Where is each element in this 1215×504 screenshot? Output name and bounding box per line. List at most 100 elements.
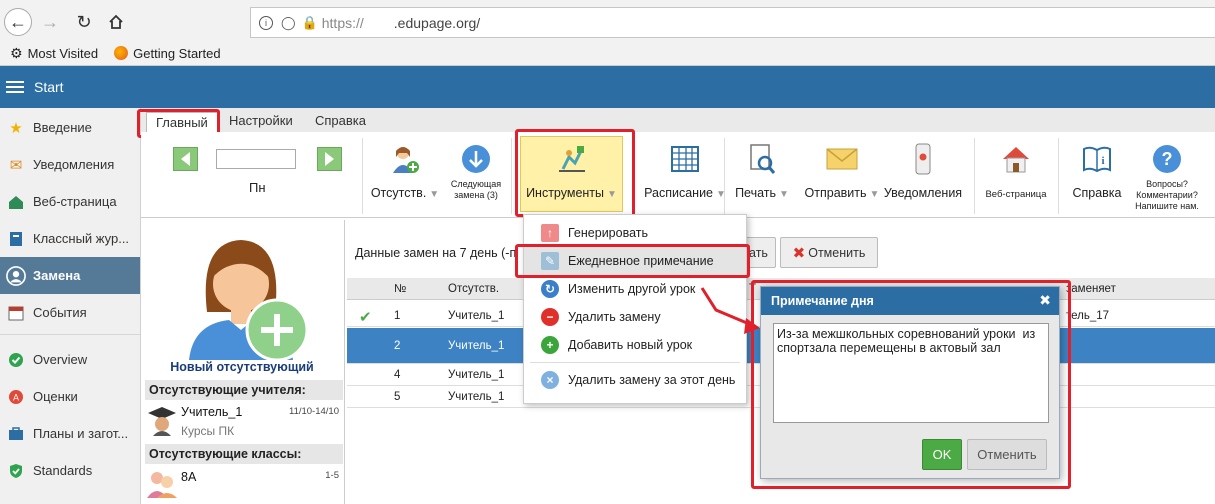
- prev-day-button[interactable]: [173, 147, 198, 171]
- envelope-icon: ✉: [9, 156, 23, 174]
- highlight-dialog: [751, 280, 1071, 489]
- grid-title: Данные замен на 7 день (-п: [355, 246, 517, 260]
- star-icon: ★: [9, 119, 23, 137]
- sidebar-item-events[interactable]: События: [0, 294, 140, 331]
- menu-item-delete-day[interactable]: × Удалить замену за этот день: [524, 366, 746, 394]
- ribbon-separator: [362, 138, 363, 214]
- browser-chrome: ← → ↻ i ◯ 🔒 https://.edupage.org/ ⚙ Most …: [0, 0, 1215, 66]
- teacher-note: Курсы ПК: [181, 424, 235, 438]
- new-absent-avatar[interactable]: [179, 232, 309, 362]
- check-circle-icon: [6, 350, 26, 370]
- absent-teacher-item[interactable]: Учитель_1 11/10-14/10 Курсы ПК: [145, 402, 343, 440]
- tab-help[interactable]: Справка: [315, 113, 366, 128]
- bookmark-most-visited[interactable]: ⚙ Most Visited: [10, 45, 98, 62]
- sidebar-item-plans[interactable]: Планы и загот...: [0, 415, 140, 452]
- sidebar-item-substitution[interactable]: Замена: [0, 257, 140, 294]
- sidebar: ★ Введение ✉ Уведомления Веб-страница Клас…: [0, 108, 141, 504]
- sidebar-item-website[interactable]: Веб-страница: [0, 183, 140, 220]
- arrow-left-icon: ←: [9, 11, 27, 32]
- url-text: https://.edupage.org/: [321, 14, 481, 31]
- tracking-shield-icon: ◯: [281, 14, 296, 30]
- teacher-name: Учитель_1: [181, 405, 243, 419]
- date-input[interactable]: [216, 149, 296, 169]
- mobile-phone-icon: [906, 142, 940, 176]
- cancel-grid-button[interactable]: ✖ Отменить: [780, 237, 878, 268]
- next-substitution-button[interactable]: Следующая замена (3): [445, 142, 507, 201]
- notifications-button[interactable]: Уведомления: [881, 142, 965, 200]
- sidebar-item-notifications[interactable]: ✉ Уведомления: [0, 146, 140, 183]
- calendar-icon: [6, 303, 26, 323]
- svg-text:?: ?: [1162, 149, 1173, 169]
- home-icon: [6, 192, 26, 212]
- sidebar-item-class-journal[interactable]: Классный жур...: [0, 220, 140, 257]
- info-icon: i: [259, 15, 273, 30]
- question-circle-icon: ?: [1150, 142, 1184, 176]
- menu-item-generate[interactable]: ↑ Генерировать: [524, 219, 746, 247]
- app-title[interactable]: Start: [34, 79, 64, 95]
- new-absent-label[interactable]: Новый отсутствующий: [141, 360, 343, 374]
- absent-classes-header: Отсутствующие классы:: [145, 444, 343, 464]
- send-button[interactable]: Отправить ▼: [797, 142, 887, 200]
- check-icon: ✔: [359, 309, 372, 326]
- sidebar-item-standards[interactable]: Standards: [0, 452, 140, 489]
- table-grid-icon: [668, 142, 702, 176]
- firefox-icon: [114, 46, 129, 60]
- lock-icon: 🔒: [301, 14, 318, 30]
- absent-button[interactable]: Отсутств. ▼: [371, 142, 439, 200]
- highlight-tools-button: [515, 129, 635, 217]
- house-icon: [999, 142, 1033, 176]
- triangle-right-icon: [325, 152, 334, 166]
- app-header: Start: [0, 66, 1215, 108]
- hamburger-icon[interactable]: [6, 78, 24, 96]
- class-name: 8А: [181, 470, 197, 484]
- print-preview-icon: [745, 142, 779, 176]
- home-button[interactable]: [102, 8, 130, 36]
- next-day-button[interactable]: [317, 147, 342, 171]
- arrow-right-icon: →: [41, 11, 59, 32]
- sidebar-item-grades[interactable]: A Оценки: [0, 378, 140, 415]
- sidebar-divider: [0, 334, 140, 335]
- generate-icon: ↑: [541, 224, 559, 242]
- bookmark-getting-started[interactable]: Getting Started: [114, 46, 221, 61]
- ribbon-toolbar: Пн Отсутств. ▼ Следующая замена (3) Инстр…: [141, 132, 1215, 218]
- add-person-icon: [388, 142, 422, 176]
- forward-button[interactable]: →: [36, 8, 64, 36]
- back-button[interactable]: ←: [4, 8, 32, 36]
- envelope-icon: [825, 142, 859, 176]
- caret-down-icon: ▼: [429, 189, 440, 200]
- help-button[interactable]: i Справка: [1067, 142, 1127, 200]
- arrow-down-circle-icon: [459, 142, 493, 176]
- teacher-dates: 11/10-14/10: [288, 406, 339, 417]
- minus-circle-icon: −: [541, 308, 559, 326]
- x-icon: ✖: [792, 244, 806, 262]
- print-button[interactable]: Печать ▼: [733, 142, 791, 200]
- reload-icon: ↻: [76, 11, 92, 32]
- class-periods: 1-5: [325, 470, 339, 481]
- svg-text:A: A: [13, 392, 19, 402]
- feedback-button[interactable]: ? Вопросы? Комментарии? Напишите нам.: [1130, 142, 1204, 212]
- url-bar[interactable]: i ◯ 🔒 https://.edupage.org/: [250, 7, 1215, 38]
- students-icon: [147, 468, 177, 501]
- home-icon: [109, 14, 123, 29]
- website-button[interactable]: Веб-страница: [983, 142, 1049, 200]
- ribbon-tabs: Главный Настройки Справка: [141, 108, 1215, 133]
- col-substitute: заменяет: [1066, 283, 1116, 295]
- sidebar-item-intro[interactable]: ★ Введение: [0, 109, 140, 146]
- person-add-icon: [189, 240, 309, 362]
- bookmarks-bar: ⚙ Most Visited Getting Started: [0, 42, 227, 64]
- absent-panel: Новый отсутствующий Отсутствующие учител…: [141, 220, 345, 504]
- refresh-icon: ↻: [541, 280, 559, 298]
- day-label: Пн: [249, 180, 266, 195]
- reload-button[interactable]: ↻: [70, 8, 98, 36]
- tab-settings[interactable]: Настройки: [229, 113, 293, 128]
- shield-icon: [6, 461, 26, 481]
- grade-icon: A: [6, 387, 26, 407]
- schedule-button[interactable]: Расписание ▼: [644, 142, 726, 200]
- absent-teachers-header: Отсутствующие учителя:: [145, 380, 343, 400]
- gear-icon: ⚙: [10, 44, 23, 61]
- ribbon-separator: [511, 138, 512, 214]
- book-icon: [6, 229, 26, 249]
- sidebar-item-overview[interactable]: Overview: [0, 341, 140, 378]
- absent-class-item[interactable]: 8А 1-5: [145, 466, 343, 502]
- highlight-daily-note: [515, 244, 750, 278]
